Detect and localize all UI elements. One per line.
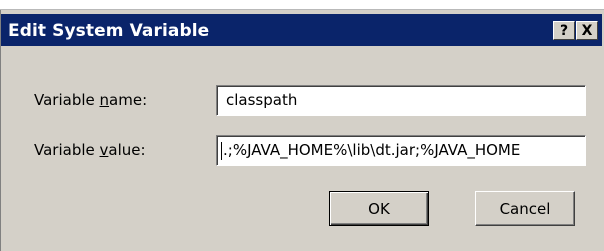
variable-value-input-value: .;%JAVA_HOME%\lib\dt.jar;%JAVA_HOME <box>223 141 521 159</box>
variable-value-label-text-2: alue: <box>108 141 146 159</box>
text-cursor <box>221 141 222 160</box>
close-button[interactable]: X <box>576 21 598 40</box>
help-icon: ? <box>559 22 569 39</box>
variable-name-label-text-2: ame: <box>109 91 148 109</box>
title-bar[interactable]: Edit System Variable ? X <box>1 14 602 46</box>
help-button[interactable]: ? <box>553 21 575 40</box>
variable-name-label-text-1: Variable <box>34 91 100 109</box>
ok-button[interactable]: OK <box>329 191 429 226</box>
cancel-button[interactable]: Cancel <box>475 191 575 226</box>
variable-name-input-value: classpath <box>226 91 298 109</box>
dialog-title: Edit System Variable <box>8 21 210 41</box>
edit-system-variable-dialog: Edit System Variable ? X Variable name: … <box>0 10 604 251</box>
close-icon: X <box>581 22 593 39</box>
cancel-button-label: Cancel <box>499 199 551 218</box>
variable-name-label: Variable name: <box>34 91 147 109</box>
ok-button-label: OK <box>368 199 390 218</box>
variable-name-label-accelerator: n <box>99 91 110 109</box>
variable-value-label: Variable value: <box>34 141 146 159</box>
variable-value-label-text-1: Variable <box>34 141 100 159</box>
variable-value-input[interactable]: .;%JAVA_HOME%\lib\dt.jar;%JAVA_HOME <box>216 135 586 166</box>
variable-name-input[interactable]: classpath <box>216 85 586 116</box>
